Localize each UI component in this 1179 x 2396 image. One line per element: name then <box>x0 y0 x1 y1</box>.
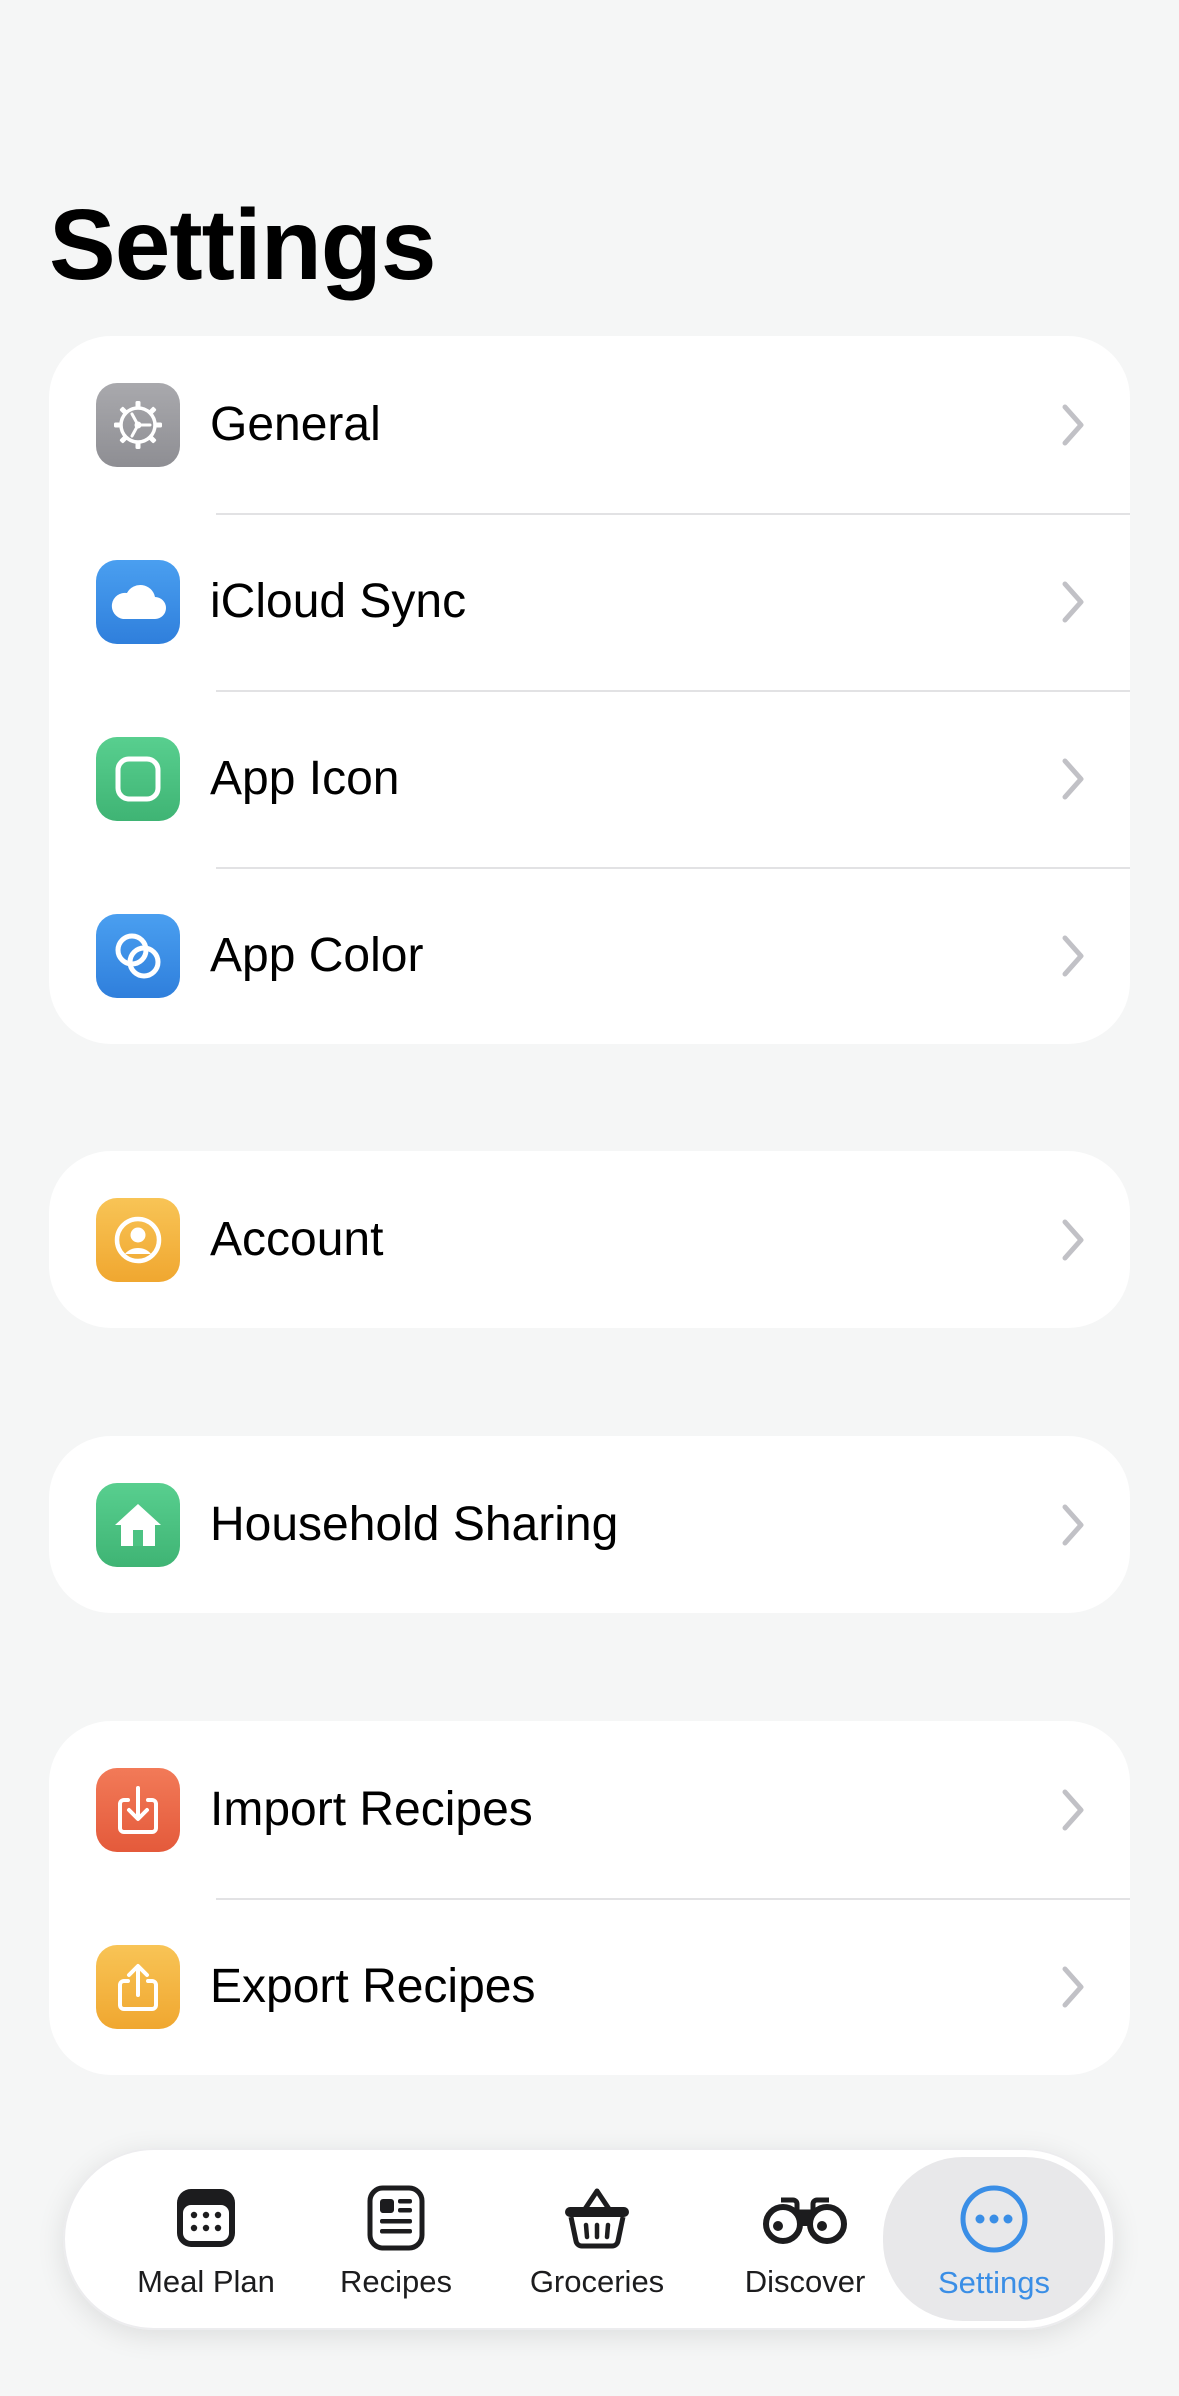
gear-icon <box>96 383 180 467</box>
tab-label: Groceries <box>529 2264 665 2299</box>
house-icon <box>96 1483 180 1567</box>
chevron-right-icon <box>1062 1966 1084 2008</box>
chevron-right-icon <box>1062 404 1084 446</box>
chevron-right-icon <box>1062 935 1084 977</box>
tab-groceries[interactable]: Groceries <box>497 2150 697 2328</box>
tab-recipes[interactable]: Recipes <box>311 2150 481 2328</box>
person-circle-icon <box>96 1198 180 1282</box>
settings-row-export-recipes[interactable]: Export Recipes <box>49 1898 1130 2075</box>
chevron-right-icon <box>1062 1219 1084 1261</box>
tab-label: Recipes <box>340 2264 452 2299</box>
tab-meal-plan[interactable]: Meal Plan <box>111 2150 301 2328</box>
import-icon <box>96 1768 180 1852</box>
tab-discover[interactable]: Discover <box>710 2150 900 2328</box>
settings-row-account[interactable]: Account <box>49 1151 1130 1328</box>
settings-row-household-sharing[interactable]: Household Sharing <box>49 1436 1130 1613</box>
settings-row-app-color[interactable]: App Color <box>49 867 1130 1044</box>
settings-group-account: Account <box>49 1151 1130 1328</box>
page-title: Settings <box>49 189 436 301</box>
tab-label: Meal Plan <box>137 2264 275 2299</box>
settings-row-label: Household Sharing <box>210 1498 619 1551</box>
cloud-icon <box>96 560 180 644</box>
app-square-icon <box>96 737 180 821</box>
export-icon <box>96 1945 180 2029</box>
settings-row-import-recipes[interactable]: Import Recipes <box>49 1721 1130 1898</box>
tab-label: Settings <box>937 2265 1050 2300</box>
settings-row-label: Account <box>210 1213 384 1266</box>
recipe-card-icon <box>366 2180 426 2256</box>
settings-group-recipes: Import Recipes Export Recipes <box>49 1721 1130 2075</box>
settings-row-label: App Color <box>210 929 424 982</box>
settings-group-app: General iCloud Sync App Icon App Color <box>49 336 1130 1044</box>
settings-row-general[interactable]: General <box>49 336 1130 513</box>
chevron-right-icon <box>1062 758 1084 800</box>
settings-group-household: Household Sharing <box>49 1436 1130 1613</box>
settings-row-label: General <box>210 398 381 451</box>
overlapping-circles-icon <box>96 914 180 998</box>
settings-row-app-icon[interactable]: App Icon <box>49 690 1130 867</box>
chevron-right-icon <box>1062 1789 1084 1831</box>
chevron-right-icon <box>1062 581 1084 623</box>
basket-icon <box>561 2180 633 2256</box>
settings-row-label: Import Recipes <box>210 1783 533 1836</box>
tab-settings[interactable]: Settings <box>883 2157 1105 2321</box>
ellipsis-circle-icon <box>958 2181 1030 2257</box>
calendar-icon <box>173 2180 239 2256</box>
tab-label: Discover <box>744 2264 866 2299</box>
settings-row-label: App Icon <box>210 752 400 805</box>
settings-row-label: iCloud Sync <box>210 575 467 628</box>
tab-bar: Meal Plan Recipes Groceries Discover Set… <box>63 2148 1115 2330</box>
chevron-right-icon <box>1062 1504 1084 1546</box>
settings-row-icloud-sync[interactable]: iCloud Sync <box>49 513 1130 690</box>
settings-row-label: Export Recipes <box>210 1960 536 2013</box>
binoculars-icon <box>761 2180 849 2256</box>
